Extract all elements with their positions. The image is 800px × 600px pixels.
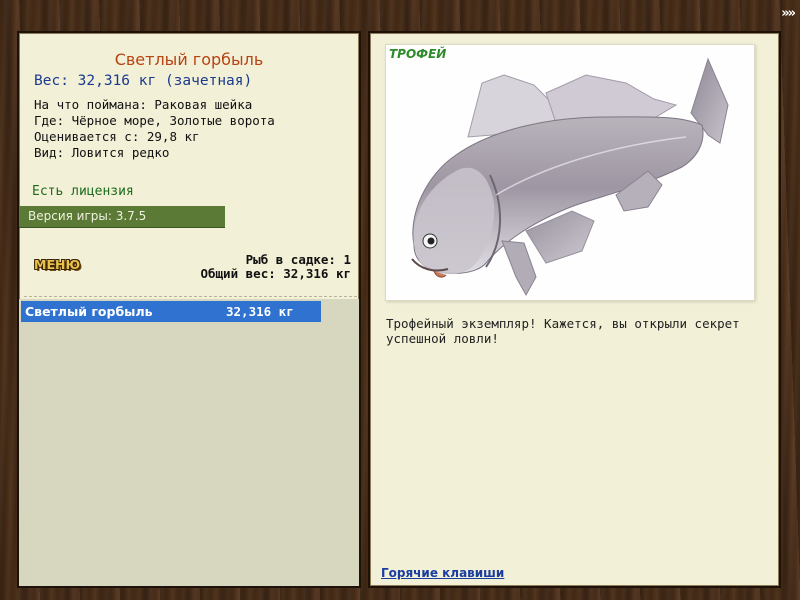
catch-info-panel: Светлый горбыль Вес: 32,316 кг (зачетная… [17,31,361,588]
fish-weight: Вес: 32,316 кг (зачетная) [34,73,253,89]
bait-line: На что поймана: Раковая шейка [34,97,253,112]
trophy-panel: ТРОФЕЙ Трофейный экземпляр! Кажется, вы … [368,31,781,588]
divider [24,296,357,297]
fish-photo: ТРОФЕЙ [385,44,755,301]
list-item[interactable]: Светлый горбыль 32,316 кг [21,301,321,322]
keepnet-total-weight: Общий вес: 32,316 кг [200,266,351,281]
value-line: Оценивается с: 29,8 кг [34,129,200,144]
trophy-description: Трофейный экземпляр! Кажется, вы открыли… [386,316,740,346]
rarity-line: Вид: Ловится редко [34,145,170,160]
menu-button[interactable]: МЕНЮ [34,257,80,272]
trophy-badge: ТРОФЕЙ [389,47,447,61]
list-item-name: Светлый горбыль [25,304,153,319]
hotkeys-link[interactable]: Горячие клавиши [381,566,504,580]
version-bar: Версия игры: 3.7.5 [19,206,225,228]
list-item-weight: 32,316 кг [226,304,294,319]
more-arrows-icon[interactable]: »» [781,6,796,21]
license-status: Есть лицензия [32,184,134,199]
fish-image [411,57,729,297]
location-line: Где: Чёрное море, Золотые ворота [34,113,275,128]
fish-name: Светлый горбыль [114,50,264,69]
keepnet-count: Рыб в садке: 1 [245,252,351,267]
keepnet-list: Светлый горбыль 32,316 кг [19,299,359,586]
